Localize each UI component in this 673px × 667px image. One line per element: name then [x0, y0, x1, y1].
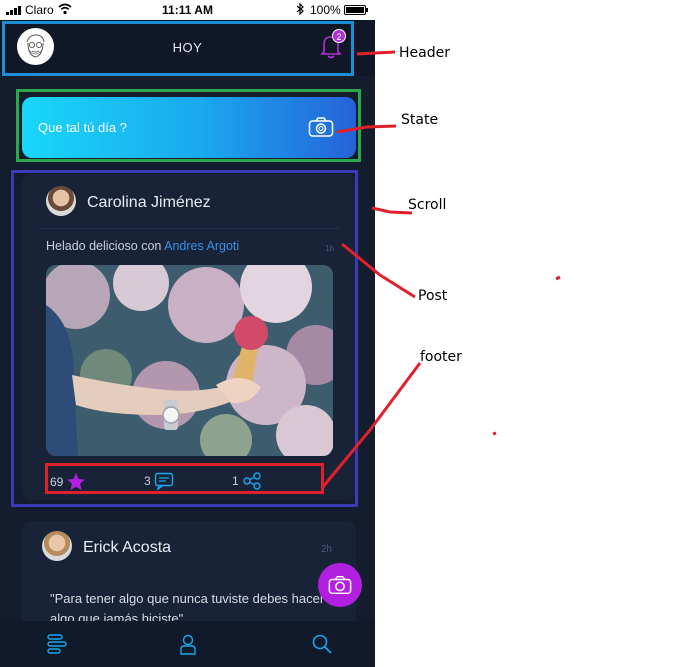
battery-percentage: 100%	[310, 3, 341, 17]
bottom-nav	[0, 621, 375, 667]
profile-icon[interactable]	[176, 632, 200, 656]
camera-fab-button[interactable]	[318, 563, 362, 607]
author-avatar[interactable]	[42, 531, 72, 561]
footer-annotation-frame	[45, 463, 324, 494]
header-annotation-frame	[2, 21, 354, 76]
state-annotation-label: State	[401, 112, 439, 128]
camera-icon	[328, 575, 352, 595]
feed-icon[interactable]	[45, 632, 69, 656]
state-annotation-frame	[16, 89, 361, 162]
post-annotation-label: Post	[418, 288, 448, 304]
scroll-annotation-label: Scroll	[408, 197, 447, 213]
footer-annotation-label: footer	[420, 349, 462, 365]
header-annotation-label: Header	[399, 45, 450, 61]
status-bar: Claro 11:11 AM 100%	[0, 0, 375, 20]
author-name[interactable]: Erick Acosta	[83, 539, 171, 557]
scroll-annotation-frame	[11, 170, 358, 507]
search-icon[interactable]	[310, 632, 334, 656]
post-time: 2h	[320, 544, 332, 555]
battery-icon	[344, 5, 368, 15]
bluetooth-icon	[296, 3, 304, 15]
